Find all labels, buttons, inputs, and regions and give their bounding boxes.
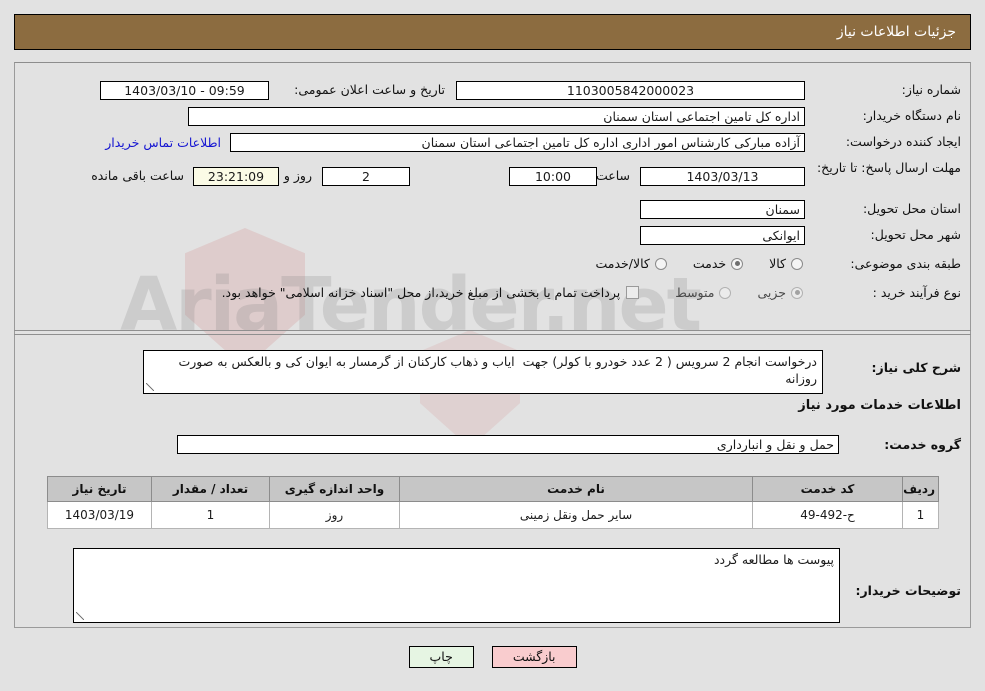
back-button[interactable]: بازگشت (491, 646, 577, 668)
col-index: ردیف (902, 476, 939, 502)
process-option-motavaset[interactable]: متوسط (675, 285, 732, 300)
services-table: ردیف کد خدمت نام خدمت واحد اندازه گیری ت… (47, 476, 939, 529)
need-number-row: شماره نیاز: (811, 82, 961, 97)
radio-icon-kala[interactable] (791, 257, 803, 270)
city-value[interactable]: ایوانکی (640, 226, 805, 245)
buyer-contact-link[interactable]: اطلاعات تماس خریدار (101, 135, 225, 150)
services-table-wrapper: ردیف کد خدمت نام خدمت واحد اندازه گیری ت… (47, 476, 939, 529)
section-divider-bottom (14, 334, 971, 335)
creator-label: ایجاد کننده درخواست: (845, 134, 961, 149)
radio-icon-motavaset[interactable] (719, 286, 732, 299)
treasury-checkbox-item[interactable]: پرداخت تمام یا بخشی از مبلغ خرید،از محل … (222, 285, 640, 300)
col-code: کد خدمت (752, 476, 903, 502)
category-option-kala-khedmat-label: کالا/خدمت (595, 256, 650, 271)
radio-icon-jozii[interactable] (791, 286, 803, 299)
service-group-label: گروه خدمت: (884, 437, 961, 452)
services-section-title: اطلاعات خدمات مورد نیاز (798, 398, 961, 413)
need-number-label: شماره نیاز: (901, 82, 961, 97)
section-divider-top (14, 330, 971, 331)
creator-row: ایجاد کننده درخواست: (811, 134, 961, 149)
cell-name: سایر حمل ونقل زمینی (399, 501, 753, 529)
public-announce-label: تاریخ و ساعت اعلان عمومی: (294, 82, 445, 97)
table-row[interactable]: 1 ح-492-49 سایر حمل ونقل زمینی روز 1 140… (47, 501, 939, 529)
table-header-row: ردیف کد خدمت نام خدمت واحد اندازه گیری ت… (47, 476, 939, 502)
buyer-notes-textarea[interactable]: پیوست ها مطالعه گردد (73, 548, 840, 623)
col-need-date: تاریخ نیاز (47, 476, 152, 502)
checkbox-icon-treasury[interactable] (626, 286, 640, 299)
province-label: استان محل تحویل: (862, 201, 961, 216)
city-row: شهر محل تحویل: (811, 227, 961, 242)
city-label: شهر محل تحویل: (870, 227, 961, 242)
service-group-row: گروه خدمت: (851, 437, 961, 452)
process-option-motavaset-label: متوسط (675, 285, 715, 300)
cell-code: ح-492-49 (752, 501, 903, 529)
category-label: طبقه بندی موضوعی: (850, 256, 961, 271)
buyer-notes-row: توضیحات خریدار: (831, 583, 961, 598)
cell-need-date: 1403/03/19 (47, 501, 152, 529)
print-button[interactable]: چاپ (408, 646, 474, 668)
page-root: AriaTender.net جزئیات اطلاعات نیاز شماره… (0, 0, 985, 691)
cell-unit: روز (269, 501, 400, 529)
category-option-khedmat[interactable]: خدمت (692, 256, 744, 271)
description-label: شرح کلی نیاز: (871, 360, 961, 375)
deadline-label: مهلت ارسال پاسخ: تا تاریخ: (816, 160, 961, 175)
treasury-text: پرداخت تمام یا بخشی از مبلغ خرید،از محل … (221, 285, 621, 300)
category-option-kala-label: کالا (769, 256, 786, 271)
category-row: طبقه بندی موضوعی: کالا خدمت کالا/خدمت (569, 256, 961, 271)
col-quantity: تعداد / مقدار (151, 476, 270, 502)
deadline-date-value[interactable]: 1403/03/13 (640, 167, 805, 186)
category-option-kala-khedmat[interactable]: کالا/خدمت (595, 256, 667, 271)
col-name: نام خدمت (399, 476, 753, 502)
category-option-khedmat-label: خدمت (692, 256, 727, 271)
category-radio-group: کالا خدمت کالا/خدمت (569, 256, 803, 271)
page-title-bar: جزئیات اطلاعات نیاز (14, 14, 971, 50)
province-row: استان محل تحویل: (811, 201, 961, 216)
remaining-time-unit: ساعت باقی مانده (91, 168, 184, 183)
deadline-row: مهلت ارسال پاسخ: تا تاریخ: (811, 160, 961, 175)
service-group-value[interactable]: حمل و نقل و انبارداری (177, 435, 839, 454)
category-option-kala[interactable]: کالا (769, 256, 803, 271)
creator-value[interactable]: آزاده مبارکی کارشناس امور اداری اداره کل… (230, 133, 805, 152)
description-textarea[interactable]: درخواست انجام 2 سرویس ( 2 عدد خودرو با ک… (143, 350, 823, 394)
process-option-jozii-label: جزیی (757, 285, 786, 300)
remaining-time-value: 23:21:09 (193, 167, 279, 186)
process-label: نوع فرآیند خرید : (872, 285, 961, 300)
need-number-value[interactable]: 1103005842000023 (456, 81, 805, 100)
buyer-org-row: نام دستگاه خریدار: (811, 108, 961, 123)
cell-quantity: 1 (151, 501, 270, 529)
col-unit: واحد اندازه گیری (269, 476, 400, 502)
page-title: جزئیات اطلاعات نیاز (836, 24, 956, 40)
remaining-days-value[interactable]: 2 (322, 167, 410, 186)
deadline-hour-value[interactable]: 10:00 (509, 167, 597, 186)
public-announce-value[interactable]: 09:59 - 1403/03/10 (100, 81, 269, 100)
public-announce-row: تاریخ و ساعت اعلان عمومی: (294, 82, 445, 97)
process-radio-group: جزیی متوسط (649, 285, 803, 300)
process-row: نوع فرآیند خرید : جزیی متوسط پرداخت تمام… (222, 285, 961, 300)
remaining-days-unit: روز و (283, 168, 312, 183)
province-value[interactable]: سمنان (640, 200, 805, 219)
description-row: شرح کلی نیاز: (831, 360, 961, 375)
deadline-hour-label: ساعت (595, 168, 630, 183)
buyer-notes-label: توضیحات خریدار: (855, 583, 961, 598)
cell-index: 1 (902, 501, 939, 529)
action-bar: بازگشت چاپ (0, 646, 985, 668)
buyer-org-label: نام دستگاه خریدار: (862, 108, 961, 123)
process-option-jozii[interactable]: جزیی (757, 285, 803, 300)
radio-icon-kala-khedmat[interactable] (654, 257, 667, 270)
buyer-org-value[interactable]: اداره کل تامین اجتماعی استان سمنان (188, 107, 805, 126)
radio-icon-khedmat[interactable] (731, 257, 744, 270)
